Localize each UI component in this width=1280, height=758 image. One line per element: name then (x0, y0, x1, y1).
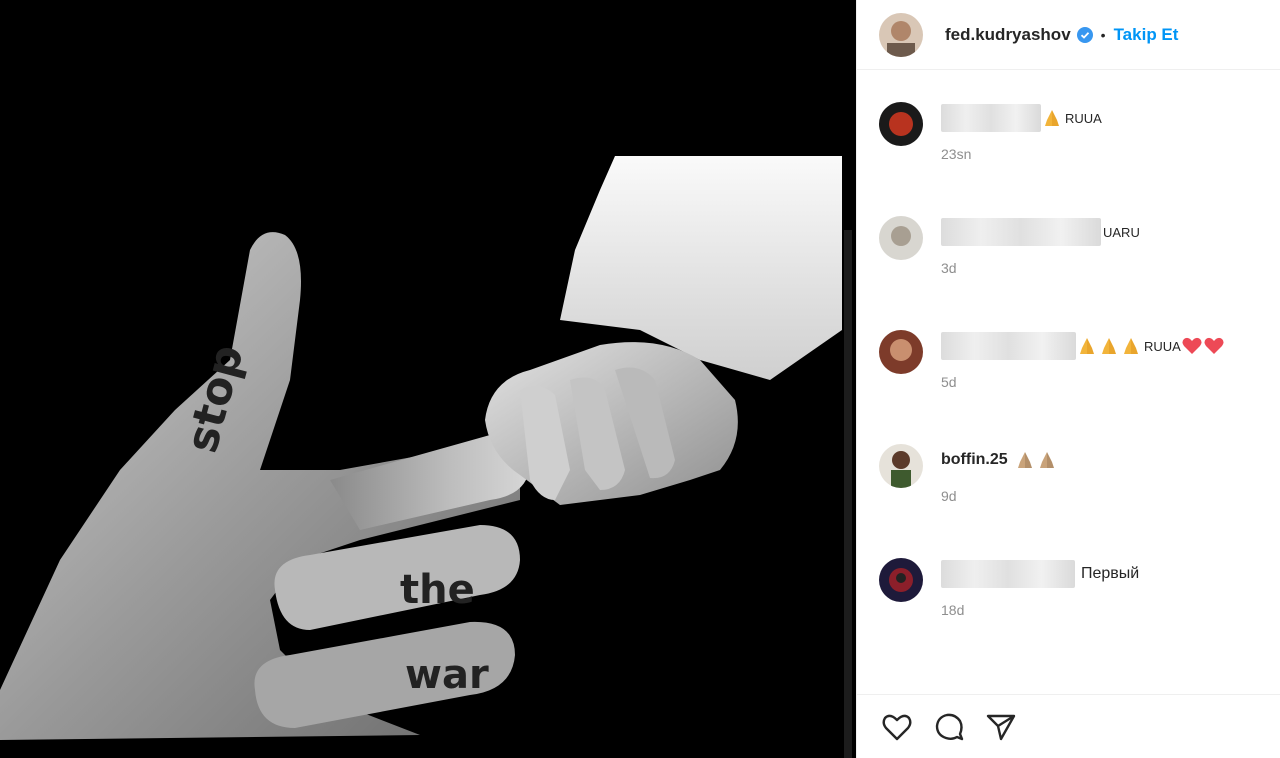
folded-hands-icon (1017, 452, 1032, 468)
the-text: the (400, 567, 475, 613)
comment-text: RUUA (1065, 110, 1102, 126)
commenter-avatar[interactable] (879, 216, 923, 260)
comment-time: 5d (941, 374, 957, 390)
comment-text: RUUA (1144, 338, 1181, 354)
blurred-username (941, 332, 1076, 360)
red-heart-icon (1204, 337, 1224, 354)
comment-icon (935, 713, 964, 740)
red-heart-icon (1182, 337, 1202, 354)
comment-time: 18d (941, 602, 965, 618)
heart-icon (882, 714, 912, 740)
follow-button[interactable]: Takip Et (1114, 25, 1179, 45)
folded-hands-icon (1039, 452, 1054, 468)
like-button[interactable] (879, 709, 915, 745)
comment-button[interactable] (931, 709, 967, 745)
author-avatar[interactable] (879, 12, 923, 57)
stop-the-war-image: stop the war (0, 0, 856, 758)
separator-dot: • (1100, 26, 1106, 43)
blurred-username (941, 560, 1075, 588)
folded-hands-icon (1124, 338, 1138, 354)
folded-hands-icon (1080, 338, 1094, 354)
comment-text: UARU (1103, 224, 1140, 240)
share-button[interactable] (983, 709, 1019, 745)
folded-hands-icon (1102, 338, 1116, 354)
post-panel: fed.kudryashov • Takip Et RUUA 23sn UARU… (856, 0, 1280, 758)
commenter-username[interactable]: boffin.25 (941, 451, 1008, 469)
commenter-avatar[interactable] (879, 444, 923, 488)
war-text: war (405, 652, 489, 698)
author-username[interactable]: fed.kudryashov (945, 25, 1071, 45)
blurred-username (941, 218, 1101, 246)
comment-time: 9d (941, 488, 957, 504)
folded-hands-icon (1045, 110, 1059, 126)
commenter-avatar[interactable] (879, 102, 923, 146)
post-header: fed.kudryashov • Takip Et (857, 0, 1280, 70)
commenter-avatar[interactable] (879, 558, 923, 602)
blurred-username (941, 104, 1041, 132)
share-icon (986, 714, 1016, 740)
comment-time: 3d (941, 260, 957, 276)
comment-list[interactable]: RUUA 23sn UARU 3d RUUA 5d boffin.25 9d П… (857, 70, 1280, 694)
media-scrollbar[interactable] (844, 230, 852, 758)
verified-badge-icon (1076, 26, 1093, 43)
post-image[interactable]: stop the war (0, 0, 856, 758)
post-actions (857, 694, 1280, 758)
comment-text: Первый (1081, 565, 1140, 582)
comment-time: 23sn (941, 146, 972, 162)
commenter-avatar[interactable] (879, 330, 923, 374)
